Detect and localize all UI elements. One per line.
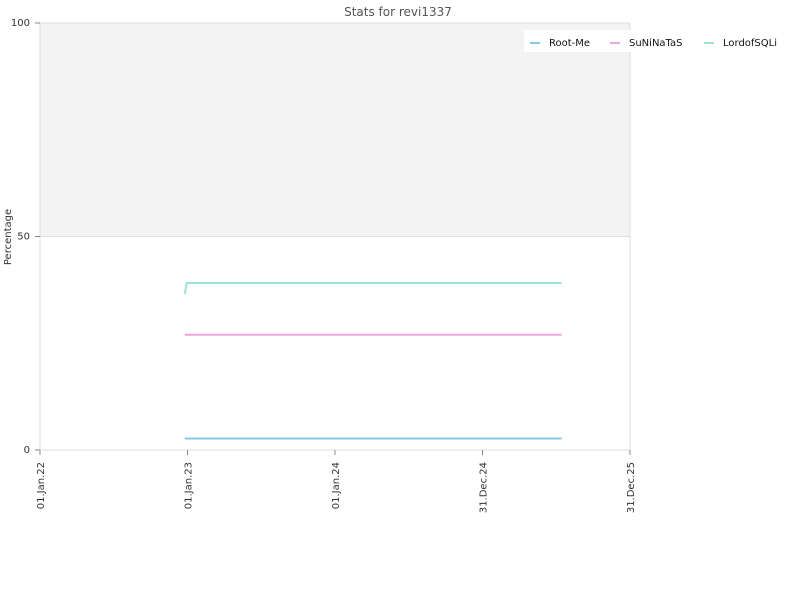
y-axis: 0 50 100 xyxy=(11,18,40,456)
upper-shaded-band xyxy=(40,23,630,237)
legend: Root-Me SuNiNaTaS LordofSQLi xyxy=(524,30,794,52)
x-axis: 01.Jan.22 01.Jan.23 01.Jan.24 31.Dec.24 31.D… xyxy=(36,450,637,513)
legend-label: SuNiNaTaS xyxy=(629,38,682,49)
legend-label: Root-Me xyxy=(549,38,590,49)
legend-label: LordofSQLi xyxy=(723,38,777,49)
x-tick-label: 31.Dec.24 xyxy=(479,462,490,513)
stats-chart: 0 50 100 01.Jan.22 01.Jan.23 01.Jan.24 31.Dec… xyxy=(3,5,794,513)
y-tick-label: 50 xyxy=(17,232,30,243)
y-tick-label: 100 xyxy=(11,18,30,29)
series-line-lordofsqli xyxy=(183,282,562,295)
chart-title: Stats for revi1337 xyxy=(344,5,452,19)
y-axis-label: Percentage xyxy=(3,209,14,265)
series-lines xyxy=(183,282,562,440)
x-tick-label: 01.Jan.24 xyxy=(331,462,342,509)
x-tick-label: 01.Jan.23 xyxy=(184,462,195,509)
x-tick-label: 31.Dec.25 xyxy=(626,462,637,513)
y-tick-label: 0 xyxy=(24,445,30,456)
x-tick-label: 01.Jan.22 xyxy=(36,462,47,509)
